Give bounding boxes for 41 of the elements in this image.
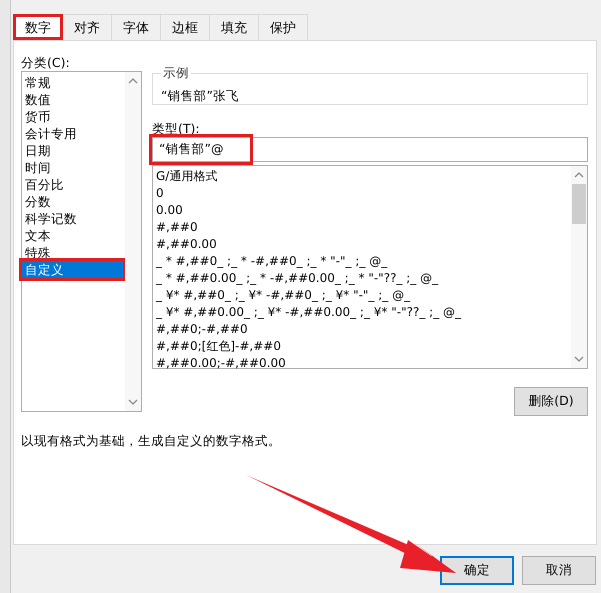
scroll-up-icon[interactable] — [128, 76, 138, 86]
sample-title: 示例 — [162, 65, 190, 82]
category-item[interactable]: 会计专用 — [22, 125, 123, 142]
category-list[interactable]: 常规 数值 货币 会计专用 日期 时间 百分比 分数 科学记数 文本 特殊 自定义 — [21, 71, 142, 412]
format-item[interactable]: #,##0;[红色]-#,##0 — [156, 338, 568, 355]
delete-button[interactable]: 删除(D) — [514, 387, 588, 416]
type-input-field[interactable]: “销售部”@ — [152, 137, 588, 162]
ok-button[interactable]: 确定 — [440, 556, 514, 585]
cancel-button[interactable]: 取消 — [522, 556, 596, 585]
category-label: 分类(C): — [21, 55, 71, 71]
scroll-down-icon[interactable] — [574, 354, 584, 364]
category-item[interactable]: 时间 — [22, 159, 123, 176]
format-list[interactable] — [152, 165, 588, 369]
scroll-up-icon[interactable] — [574, 170, 584, 180]
category-item[interactable]: 文本 — [22, 227, 123, 244]
category-item[interactable]: 货币 — [22, 108, 123, 125]
description-text: 以现有格式为基础，生成自定义的数字格式。 — [21, 433, 282, 450]
category-item[interactable]: 特殊 — [22, 244, 123, 261]
scroll-down-icon[interactable] — [128, 397, 138, 407]
category-item[interactable]: 百分比 — [22, 176, 123, 193]
format-item[interactable]: _ ¥* #,##0_ ;_ ¥* -#,##0_ ;_ ¥* "-"_ ;_ @_ — [156, 287, 568, 304]
sample-value: “销售部”张飞 — [161, 88, 240, 105]
format-item[interactable]: #,##0.00 — [156, 236, 568, 253]
format-item[interactable]: _ * #,##0.00_ ;_ * -#,##0.00_ ;_ * "-"??_ ;_ @_ — [156, 270, 568, 287]
category-item[interactable]: 日期 — [22, 142, 123, 159]
format-item[interactable]: G/通用格式 — [156, 168, 568, 185]
format-item[interactable]: #,##0;-#,##0 — [156, 321, 568, 338]
category-item[interactable]: 数值 — [22, 91, 123, 108]
format-item[interactable]: #,##0 — [156, 219, 568, 236]
format-item[interactable]: _ * #,##0_ ;_ * -#,##0_ ;_ * "-"_ ;_ @_ — [156, 253, 568, 270]
category-item[interactable]: 常规 — [22, 74, 123, 91]
format-item[interactable]: 0.00 — [156, 202, 568, 219]
tab[interactable]: 保护 — [258, 14, 308, 40]
category-item[interactable]: 科学记数 — [22, 210, 123, 227]
format-item[interactable]: _ ¥* #,##0.00_ ;_ ¥* -#,##0.00_ ;_ ¥* "-"??_ ;_ @_ — [156, 304, 568, 321]
format-item[interactable]: 0 — [156, 185, 568, 202]
category-item[interactable]: 分数 — [22, 193, 123, 210]
category-item[interactable]: 自定义 — [22, 261, 123, 278]
format-item[interactable]: #,##0.00;-#,##0.00 — [156, 355, 568, 372]
tab[interactable]: 数字 — [13, 14, 63, 40]
scroll-thumb[interactable] — [572, 184, 586, 224]
